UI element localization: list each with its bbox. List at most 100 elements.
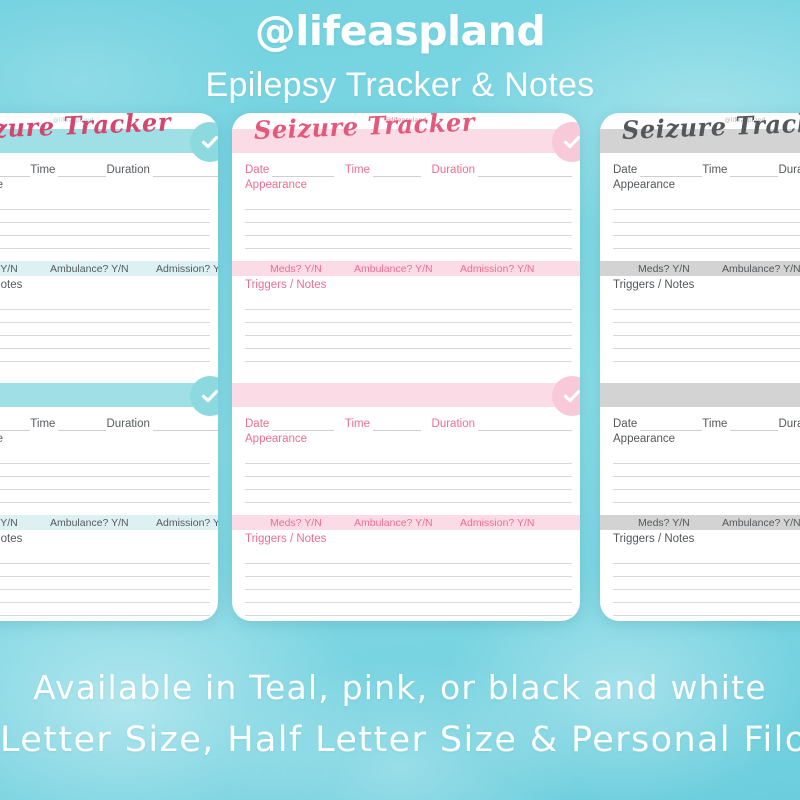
- rule-line[interactable]: [0, 477, 210, 490]
- rule-line[interactable]: [613, 590, 800, 603]
- rule-line[interactable]: [245, 336, 572, 349]
- black-white-planner-page[interactable]: @lifeaspland Seizure Tracker Date Time D…: [600, 113, 800, 621]
- rule-line[interactable]: [245, 451, 572, 464]
- rule-line[interactable]: [0, 564, 210, 577]
- ambulance-option[interactable]: Ambulance? Y/N: [354, 517, 433, 529]
- date-input-rule[interactable]: [0, 419, 31, 431]
- rule-line[interactable]: [0, 310, 210, 323]
- duration-field[interactable]: Duration: [106, 164, 218, 177]
- meds-option[interactable]: Meds? Y/N: [0, 517, 18, 529]
- rule-line[interactable]: [245, 551, 572, 564]
- duration-field[interactable]: Duration: [432, 164, 572, 177]
- rule-line[interactable]: [245, 210, 572, 223]
- date-input-rule[interactable]: [272, 165, 335, 177]
- rule-line[interactable]: [613, 603, 800, 616]
- rule-line[interactable]: [613, 197, 800, 210]
- triggers-lines[interactable]: [613, 551, 800, 616]
- triggers-lines[interactable]: [245, 551, 572, 616]
- rule-line[interactable]: [613, 310, 800, 323]
- rule-line[interactable]: [613, 551, 800, 564]
- rule-line[interactable]: [245, 323, 572, 336]
- rule-line[interactable]: [0, 210, 210, 223]
- admission-option[interactable]: Admission? Y/N: [460, 263, 535, 275]
- appearance-lines[interactable]: [245, 197, 572, 262]
- rule-line[interactable]: [245, 236, 572, 249]
- time-input-rule[interactable]: [58, 419, 107, 431]
- rule-line[interactable]: [613, 564, 800, 577]
- time-field[interactable]: Time: [702, 418, 779, 431]
- rule-line[interactable]: [245, 349, 572, 362]
- rule-line[interactable]: [613, 323, 800, 336]
- time-input-rule[interactable]: [730, 419, 779, 431]
- time-input-rule[interactable]: [372, 165, 421, 177]
- rule-line[interactable]: [0, 323, 210, 336]
- duration-field[interactable]: Duration: [778, 164, 800, 177]
- meds-option[interactable]: Meds? Y/N: [638, 517, 690, 529]
- rule-line[interactable]: [613, 297, 800, 310]
- date-field[interactable]: Date: [0, 418, 31, 431]
- rule-line[interactable]: [245, 490, 572, 503]
- date-input-rule[interactable]: [272, 419, 335, 431]
- rule-line[interactable]: [0, 577, 210, 590]
- rule-line[interactable]: [245, 310, 572, 323]
- time-input-rule[interactable]: [58, 165, 107, 177]
- duration-field[interactable]: Duration: [106, 418, 218, 431]
- rule-line[interactable]: [613, 210, 800, 223]
- time-input-rule[interactable]: [372, 419, 421, 431]
- rule-line[interactable]: [245, 297, 572, 310]
- ambulance-option[interactable]: Ambulance? Y/N: [722, 263, 800, 275]
- rule-line[interactable]: [245, 590, 572, 603]
- meds-option[interactable]: Meds? Y/N: [0, 263, 18, 275]
- triggers-lines[interactable]: [613, 297, 800, 362]
- date-field[interactable]: Date: [613, 164, 703, 177]
- appearance-lines[interactable]: [613, 451, 800, 516]
- rule-line[interactable]: [613, 336, 800, 349]
- ambulance-option[interactable]: Ambulance? Y/N: [722, 517, 800, 529]
- rule-line[interactable]: [245, 197, 572, 210]
- duration-input-rule[interactable]: [152, 419, 218, 431]
- duration-input-rule[interactable]: [478, 419, 572, 431]
- teal-planner-page[interactable]: @lifeaspland Seizure Tracker Date Time D…: [0, 113, 218, 621]
- time-field[interactable]: Time: [345, 418, 421, 431]
- rule-line[interactable]: [0, 603, 210, 616]
- rule-line[interactable]: [613, 490, 800, 503]
- ambulance-option[interactable]: Ambulance? Y/N: [50, 263, 129, 275]
- appearance-lines[interactable]: [245, 451, 572, 516]
- rule-line[interactable]: [245, 477, 572, 490]
- meds-option[interactable]: Meds? Y/N: [270, 263, 322, 275]
- time-input-rule[interactable]: [730, 165, 779, 177]
- rule-line[interactable]: [0, 451, 210, 464]
- rule-line[interactable]: [0, 223, 210, 236]
- triggers-lines[interactable]: [0, 551, 210, 616]
- admission-option[interactable]: Admission? Y/N: [460, 517, 535, 529]
- rule-line[interactable]: [245, 577, 572, 590]
- admission-option[interactable]: Admission? Y/N: [156, 517, 218, 529]
- rule-line[interactable]: [613, 451, 800, 464]
- rule-line[interactable]: [0, 336, 210, 349]
- time-field[interactable]: Time: [702, 164, 779, 177]
- date-field[interactable]: Date: [245, 418, 335, 431]
- appearance-lines[interactable]: [613, 197, 800, 262]
- meds-option[interactable]: Meds? Y/N: [270, 517, 322, 529]
- date-field[interactable]: Date: [613, 418, 703, 431]
- date-input-rule[interactable]: [0, 165, 31, 177]
- rule-line[interactable]: [613, 477, 800, 490]
- duration-input-rule[interactable]: [478, 165, 572, 177]
- date-field[interactable]: Date: [245, 164, 335, 177]
- duration-field[interactable]: Duration: [778, 418, 800, 431]
- duration-input-rule[interactable]: [152, 165, 218, 177]
- ambulance-option[interactable]: Ambulance? Y/N: [354, 263, 433, 275]
- triggers-lines[interactable]: [0, 297, 210, 362]
- appearance-lines[interactable]: [0, 451, 210, 516]
- date-input-rule[interactable]: [640, 165, 703, 177]
- rule-line[interactable]: [245, 603, 572, 616]
- rule-line[interactable]: [0, 297, 210, 310]
- rule-line[interactable]: [0, 236, 210, 249]
- rule-line[interactable]: [0, 590, 210, 603]
- admission-option[interactable]: Admission? Y/N: [156, 263, 218, 275]
- time-field[interactable]: Time: [345, 164, 421, 177]
- rule-line[interactable]: [0, 197, 210, 210]
- rule-line[interactable]: [0, 551, 210, 564]
- rule-line[interactable]: [613, 577, 800, 590]
- meds-option[interactable]: Meds? Y/N: [638, 263, 690, 275]
